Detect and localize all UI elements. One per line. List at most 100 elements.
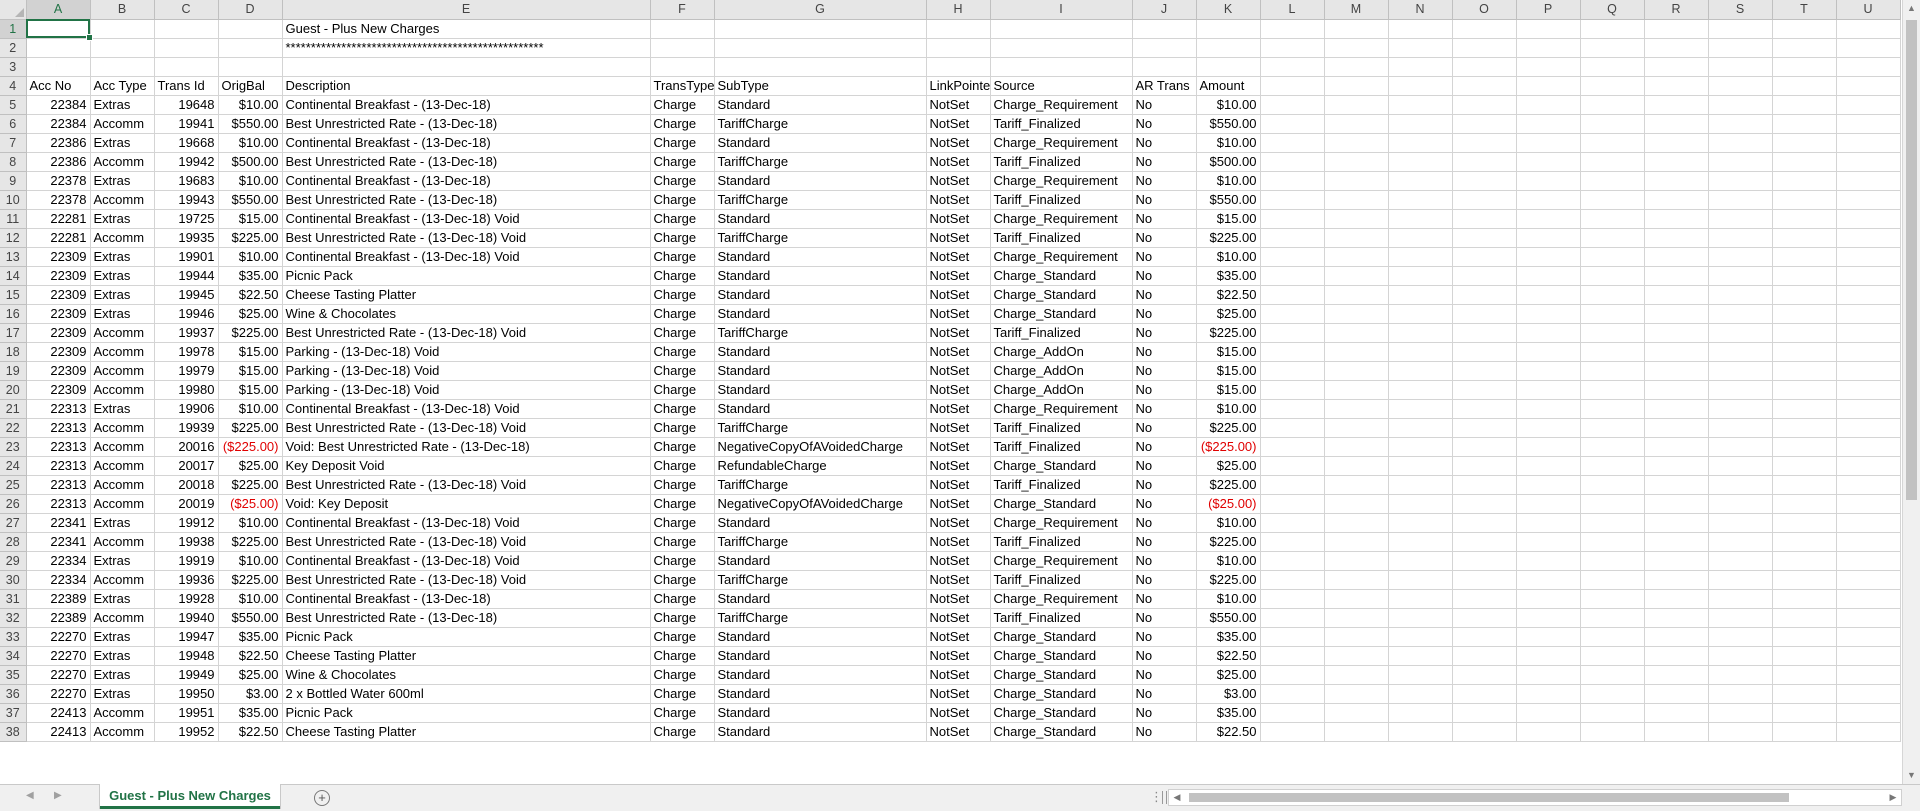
column-header-j[interactable]: J <box>1132 0 1197 20</box>
cell[interactable] <box>1132 57 1197 77</box>
cell[interactable]: No <box>1132 418 1197 438</box>
cell[interactable] <box>1836 342 1901 362</box>
cell[interactable] <box>1836 513 1901 533</box>
cell[interactable]: Charge <box>650 285 715 305</box>
cell[interactable] <box>1644 266 1709 286</box>
cell[interactable] <box>1516 494 1581 514</box>
cell[interactable] <box>1644 513 1709 533</box>
cell[interactable]: NotSet <box>926 95 991 115</box>
cell[interactable]: 19979 <box>154 361 219 381</box>
cell[interactable] <box>1388 228 1453 248</box>
cell[interactable]: Extras <box>90 589 155 609</box>
cell[interactable]: No <box>1132 494 1197 514</box>
cell[interactable] <box>1452 266 1517 286</box>
cell[interactable]: Standard <box>714 285 927 305</box>
triangle-right-icon[interactable]: ▶ <box>54 790 62 801</box>
row-header[interactable]: 11 <box>0 209 27 229</box>
cell[interactable] <box>1772 722 1837 742</box>
cell[interactable]: 19648 <box>154 95 219 115</box>
row-header[interactable]: 32 <box>0 608 27 628</box>
cell[interactable] <box>218 38 283 58</box>
cell[interactable]: 22270 <box>26 627 91 647</box>
row-header[interactable]: 37 <box>0 703 27 723</box>
cell[interactable]: Picnic Pack <box>282 266 651 286</box>
cell[interactable] <box>1516 95 1581 115</box>
row-header[interactable]: 38 <box>0 722 27 742</box>
cell[interactable]: 19938 <box>154 532 219 552</box>
cell[interactable] <box>1772 380 1837 400</box>
cell[interactable] <box>1708 589 1773 609</box>
cell[interactable] <box>1260 76 1325 96</box>
cell[interactable] <box>1644 285 1709 305</box>
cell[interactable] <box>1772 304 1837 324</box>
cell[interactable] <box>1708 646 1773 666</box>
cell[interactable]: TariffCharge <box>714 323 927 343</box>
horizontal-scroll-thumb[interactable] <box>1189 793 1789 802</box>
cell[interactable] <box>1580 684 1645 704</box>
cell[interactable] <box>650 38 715 58</box>
cell[interactable] <box>1388 247 1453 267</box>
cell[interactable] <box>1708 266 1773 286</box>
cell[interactable] <box>1772 532 1837 552</box>
cell[interactable] <box>1452 152 1517 172</box>
cell[interactable] <box>1452 399 1517 419</box>
cell[interactable]: NotSet <box>926 684 991 704</box>
cell[interactable]: RefundableCharge <box>714 456 927 476</box>
cell[interactable]: No <box>1132 551 1197 571</box>
cell[interactable] <box>1516 114 1581 134</box>
cell[interactable]: $25.00 <box>218 456 283 476</box>
cell[interactable]: $500.00 <box>1196 152 1261 172</box>
cell[interactable] <box>1836 304 1901 324</box>
cell[interactable]: Charge <box>650 342 715 362</box>
cell[interactable]: Charge <box>650 190 715 210</box>
cell[interactable]: $225.00 <box>218 418 283 438</box>
cell[interactable] <box>1452 247 1517 267</box>
triangle-left-icon[interactable]: ◀ <box>26 790 34 801</box>
cell[interactable] <box>1836 646 1901 666</box>
cell[interactable] <box>1452 209 1517 229</box>
cell[interactable]: 22384 <box>26 95 91 115</box>
cell[interactable]: Charge_Standard <box>990 304 1133 324</box>
cell[interactable]: $22.50 <box>1196 722 1261 742</box>
column-header-h[interactable]: H <box>926 0 991 20</box>
cell[interactable] <box>1708 228 1773 248</box>
row-header[interactable]: 21 <box>0 399 27 419</box>
cell[interactable]: Charge_Standard <box>990 494 1133 514</box>
cell[interactable]: Parking - (13-Dec-18) Void <box>282 361 651 381</box>
cell[interactable] <box>1260 684 1325 704</box>
cell[interactable]: Extras <box>90 627 155 647</box>
column-label-cell[interactable]: Acc No <box>26 76 91 96</box>
row-header[interactable]: 19 <box>0 361 27 381</box>
cell[interactable] <box>1644 646 1709 666</box>
cell[interactable]: 20019 <box>154 494 219 514</box>
cell[interactable]: No <box>1132 171 1197 191</box>
cell[interactable] <box>1516 304 1581 324</box>
cell[interactable] <box>1772 551 1837 571</box>
cell[interactable] <box>1644 456 1709 476</box>
cell[interactable] <box>1708 171 1773 191</box>
cell[interactable] <box>1516 57 1581 77</box>
cell[interactable] <box>1388 285 1453 305</box>
cell[interactable] <box>1644 228 1709 248</box>
cell[interactable]: Charge_Requirement <box>990 551 1133 571</box>
cell[interactable]: 19943 <box>154 190 219 210</box>
cell[interactable] <box>1772 76 1837 96</box>
plus-circle-icon[interactable]: + <box>314 790 330 806</box>
cell[interactable] <box>1772 114 1837 134</box>
cell[interactable] <box>1580 266 1645 286</box>
cell[interactable] <box>1324 494 1389 514</box>
cell[interactable] <box>1772 627 1837 647</box>
column-header-q[interactable]: Q <box>1580 0 1645 20</box>
cell[interactable] <box>1644 19 1709 39</box>
cell[interactable]: Charge_Requirement <box>990 95 1133 115</box>
cell[interactable]: No <box>1132 285 1197 305</box>
cell[interactable] <box>1260 494 1325 514</box>
cell[interactable] <box>1580 722 1645 742</box>
cell[interactable]: Standard <box>714 342 927 362</box>
cell[interactable]: 22270 <box>26 646 91 666</box>
cell[interactable] <box>1708 323 1773 343</box>
cell[interactable]: NotSet <box>926 114 991 134</box>
cell[interactable]: NotSet <box>926 589 991 609</box>
row-header[interactable]: 23 <box>0 437 27 457</box>
cell[interactable]: NotSet <box>926 133 991 153</box>
